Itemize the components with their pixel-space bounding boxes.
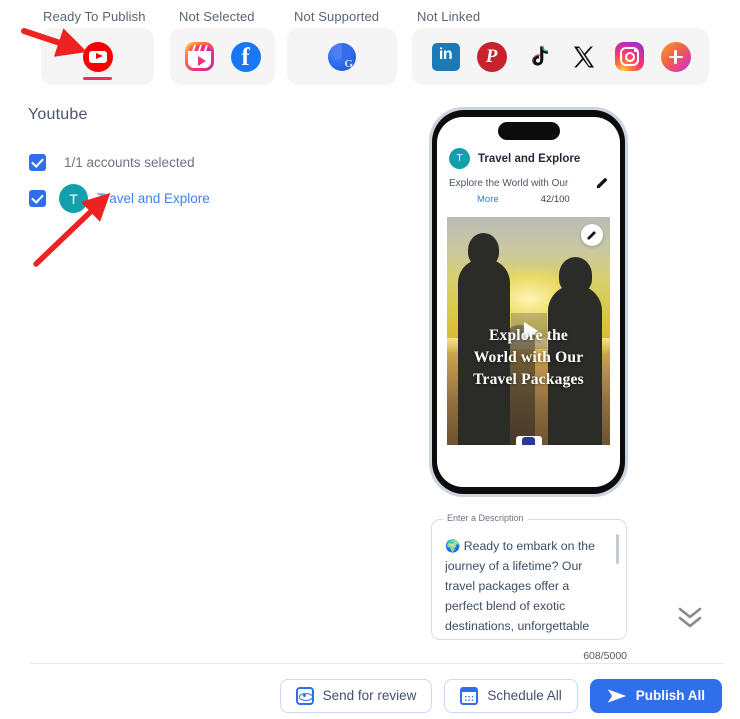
x-twitter-icon[interactable] xyxy=(568,41,600,73)
linkedin-icon[interactable]: in xyxy=(430,41,462,73)
google-business-icon[interactable]: G xyxy=(326,41,358,73)
linkedin-glyph: in xyxy=(438,45,453,63)
avatar: T xyxy=(59,184,88,213)
select-all-accounts-checkbox[interactable] xyxy=(29,154,46,171)
pinterest-icon[interactable] xyxy=(476,41,508,73)
accounts-selected-row[interactable]: 1/1 accounts selected xyxy=(29,154,195,171)
phone-notch xyxy=(497,122,560,140)
add-account-icon[interactable] xyxy=(660,41,692,73)
description-scrollbar[interactable] xyxy=(616,534,619,564)
calendar-icon xyxy=(460,686,479,705)
preview-avatar: T xyxy=(449,148,470,169)
publish-all-label: Publish All xyxy=(635,688,705,703)
group-label-not-linked: Not Linked xyxy=(417,9,481,24)
description-field-wrapper: Enter a Description 🌍 Ready to embark on… xyxy=(431,513,627,640)
overlay-line: World with Our xyxy=(473,349,584,366)
double-chevron-down-icon[interactable] xyxy=(675,605,705,631)
group-label-not-selected: Not Selected xyxy=(179,9,255,24)
schedule-all-button[interactable]: Schedule All xyxy=(444,678,578,713)
channel-group-not-linked: in xyxy=(412,28,709,85)
more-link[interactable]: More xyxy=(477,194,499,205)
edit-media-button[interactable] xyxy=(581,224,603,246)
preview-account-name: Travel and Explore xyxy=(478,152,581,165)
channel-selector-bar: Ready To Publish Not Selected Not Suppor… xyxy=(0,0,740,92)
overlay-line: Travel Packages xyxy=(473,371,584,388)
footer-actions: Send for review Schedule All Publish All xyxy=(0,672,740,719)
accounts-selected-label: 1/1 accounts selected xyxy=(64,155,195,170)
footer-divider xyxy=(30,663,724,664)
account-checkbox[interactable] xyxy=(29,190,46,207)
channel-group-not-selected xyxy=(170,28,275,85)
description-textarea[interactable]: Enter a Description 🌍 Ready to embark on… xyxy=(431,513,627,640)
group-label-not-supported: Not Supported xyxy=(294,9,380,24)
instagram-reels-icon[interactable] xyxy=(184,41,216,73)
description-legend: Enter a Description xyxy=(443,513,528,523)
facebook-icon[interactable] xyxy=(230,41,262,73)
overlay-line: Explore the xyxy=(489,327,568,344)
account-name[interactable]: Travel and Explore xyxy=(97,191,210,206)
platform-title: Youtube xyxy=(28,106,88,123)
title-character-counter: 42/100 xyxy=(540,194,570,205)
send-for-review-label: Send for review xyxy=(322,688,417,703)
tiktok-icon[interactable] xyxy=(522,41,554,73)
account-row[interactable]: T Travel and Explore xyxy=(29,184,210,213)
group-label-ready-to-publish: Ready To Publish xyxy=(43,9,146,24)
pencil-icon[interactable] xyxy=(595,175,610,190)
send-icon xyxy=(607,688,626,703)
media-bottom-badge xyxy=(515,436,542,445)
description-value[interactable]: 🌍 Ready to embark on the journey of a li… xyxy=(445,536,608,634)
preview-title-meta: More 42/100 xyxy=(437,190,620,205)
eye-icon xyxy=(295,686,314,705)
channel-group-not-supported: G xyxy=(287,28,397,85)
description-character-counter: 608/5000 xyxy=(583,650,627,662)
instagram-icon[interactable] xyxy=(614,41,646,73)
avatar-initial: T xyxy=(69,190,78,207)
preview-avatar-initial: T xyxy=(456,153,463,164)
preview-post-title: Explore the World with Our xyxy=(449,178,569,189)
send-for-review-button[interactable]: Send for review xyxy=(279,678,433,713)
video-overlay-text: Explore the World with Our Travel Packag… xyxy=(447,325,610,391)
pencil-icon xyxy=(587,231,596,240)
schedule-all-label: Schedule All xyxy=(487,688,562,703)
active-channel-underline xyxy=(83,77,112,80)
preview-media[interactable]: Explore the World with Our Travel Packag… xyxy=(447,217,610,445)
publish-all-button[interactable]: Publish All xyxy=(589,678,722,713)
phone-preview: T Travel and Explore Explore the World w… xyxy=(429,107,628,497)
youtube-icon[interactable] xyxy=(82,41,114,73)
